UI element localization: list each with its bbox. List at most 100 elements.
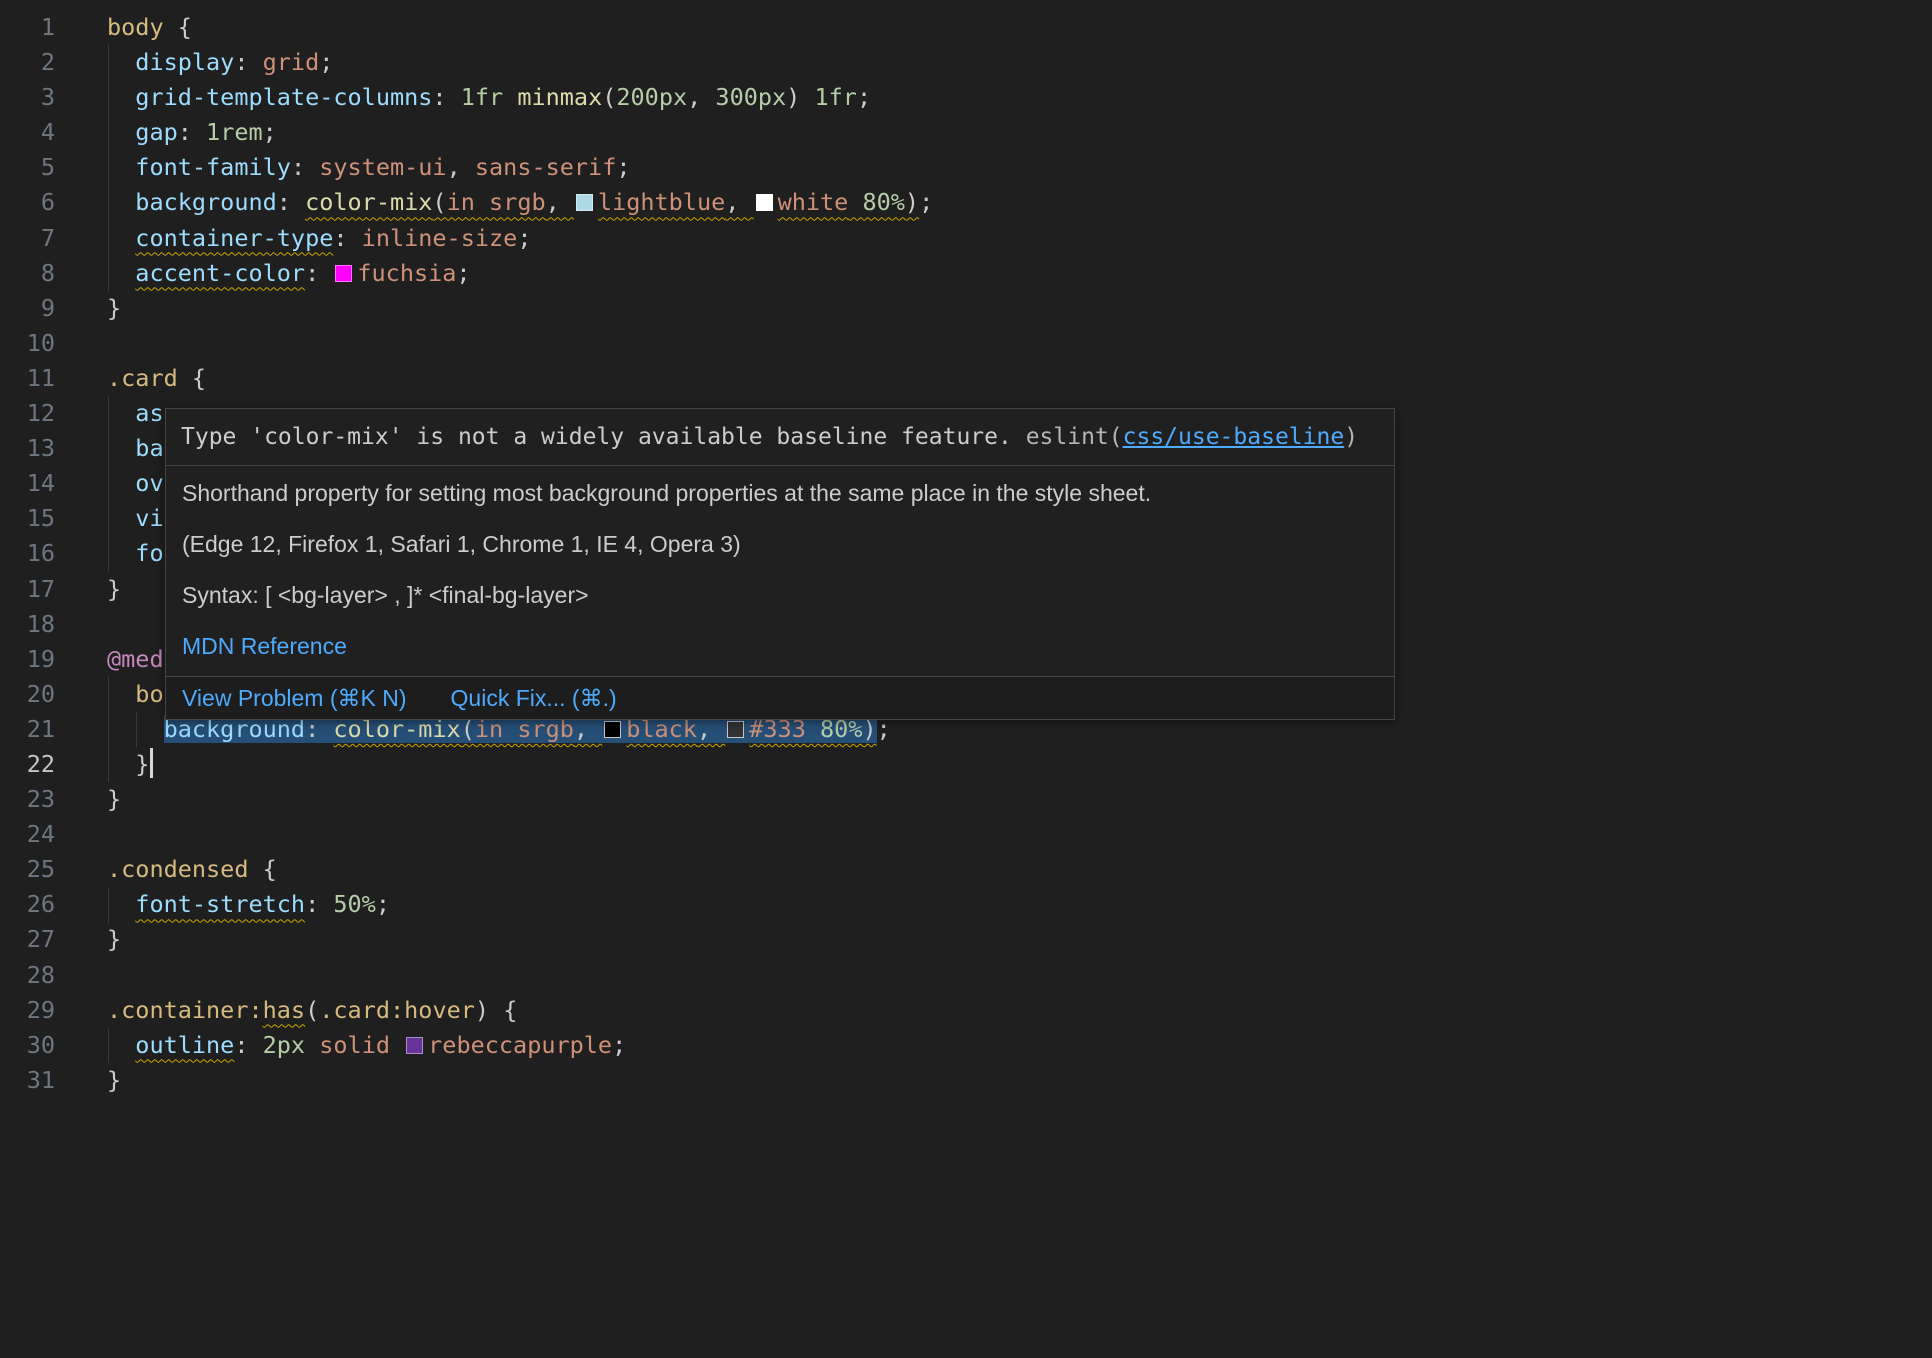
code-text: } bbox=[107, 1063, 121, 1098]
code-line[interactable]: 8 accent-color: fuchsia; bbox=[0, 256, 1932, 291]
token: : bbox=[178, 118, 206, 146]
line-number: 29 bbox=[0, 993, 55, 1028]
code-line[interactable]: 25.condensed { bbox=[0, 852, 1932, 887]
code-line[interactable]: 10 bbox=[0, 326, 1932, 361]
token: font-stretch bbox=[135, 890, 305, 918]
code-text: } bbox=[107, 782, 121, 817]
code-line[interactable]: 24 bbox=[0, 817, 1932, 852]
token: as bbox=[135, 399, 163, 427]
token: ( bbox=[305, 996, 319, 1024]
code-line[interactable]: 23} bbox=[0, 782, 1932, 817]
code-line[interactable]: 30 outline: 2px solid rebeccapurple; bbox=[0, 1028, 1932, 1063]
token: grid bbox=[263, 48, 320, 76]
token: lightblue bbox=[598, 188, 725, 216]
code-line[interactable]: 6 background: color-mix(in srgb, lightbl… bbox=[0, 185, 1932, 220]
color-swatch[interactable] bbox=[576, 194, 593, 211]
token bbox=[107, 890, 135, 918]
code-text: } bbox=[107, 922, 121, 957]
line-number: 4 bbox=[0, 115, 55, 150]
token bbox=[107, 259, 135, 287]
line-number: 10 bbox=[0, 326, 55, 361]
token: background bbox=[135, 188, 276, 216]
token: ; bbox=[857, 83, 871, 111]
code-text: grid-template-columns: 1fr minmax(200px,… bbox=[107, 80, 871, 115]
code-line[interactable]: 22 } bbox=[0, 747, 1932, 782]
code-text: display: grid; bbox=[107, 45, 333, 80]
token: ) bbox=[475, 996, 489, 1024]
token: : bbox=[432, 83, 460, 111]
code-line[interactable]: 7 container-type: inline-size; bbox=[0, 221, 1932, 256]
token: } bbox=[107, 925, 121, 953]
mdn-reference-link[interactable]: MDN Reference bbox=[182, 633, 347, 659]
quick-fix-action[interactable]: Quick Fix... (⌘.) bbox=[451, 685, 617, 711]
code-line[interactable]: 26 font-stretch: 50%; bbox=[0, 887, 1932, 922]
token: ov bbox=[135, 469, 163, 497]
token: 80% bbox=[862, 188, 904, 216]
color-swatch[interactable] bbox=[406, 1037, 423, 1054]
line-number: 13 bbox=[0, 431, 55, 466]
hover-tooltip: Type 'color-mix' is not a widely availab… bbox=[165, 408, 1395, 720]
code-line[interactable]: 11.card { bbox=[0, 361, 1932, 396]
code-line[interactable]: 4 gap: 1rem; bbox=[0, 115, 1932, 150]
token: outline bbox=[135, 1031, 234, 1059]
code-line[interactable]: 28 bbox=[0, 958, 1932, 993]
hover-actions-bar: View Problem (⌘K N) Quick Fix... (⌘.) bbox=[166, 676, 1394, 719]
token bbox=[107, 48, 135, 76]
token: gap bbox=[135, 118, 177, 146]
code-text: fo bbox=[107, 536, 164, 571]
code-line[interactable]: 29.container:has(.card:hover) { bbox=[0, 993, 1932, 1028]
diagnostic-source-prefix: eslint( bbox=[1026, 424, 1123, 450]
code-line[interactable]: 31} bbox=[0, 1063, 1932, 1098]
line-number: 18 bbox=[0, 607, 55, 642]
token: fuchsia bbox=[357, 259, 456, 287]
view-problem-action[interactable]: View Problem (⌘K N) bbox=[182, 685, 407, 711]
code-text: outline: 2px solid rebeccapurple; bbox=[107, 1028, 626, 1063]
code-text: font-family: system-ui, sans-serif; bbox=[107, 150, 631, 185]
token bbox=[107, 83, 135, 111]
color-swatch[interactable] bbox=[335, 265, 352, 282]
token: 1rem bbox=[206, 118, 263, 146]
line-number: 15 bbox=[0, 501, 55, 536]
code-text: font-stretch: 50%; bbox=[107, 887, 390, 922]
token: 1fr bbox=[814, 83, 856, 111]
token bbox=[305, 1031, 319, 1059]
color-swatch[interactable] bbox=[727, 721, 744, 738]
code-line[interactable]: 3 grid-template-columns: 1fr minmax(200p… bbox=[0, 80, 1932, 115]
token: ba bbox=[135, 434, 163, 462]
code-text: } bbox=[107, 747, 153, 782]
token: 200px bbox=[616, 83, 687, 111]
token bbox=[107, 153, 135, 181]
code-line[interactable]: 2 display: grid; bbox=[0, 45, 1932, 80]
token: .card bbox=[319, 996, 390, 1024]
token: solid bbox=[319, 1031, 390, 1059]
token: accent-color bbox=[135, 259, 305, 287]
token: , bbox=[546, 188, 574, 216]
code-text: bo bbox=[107, 677, 164, 712]
line-number: 31 bbox=[0, 1063, 55, 1098]
line-number: 2 bbox=[0, 45, 55, 80]
token: ) bbox=[786, 83, 800, 111]
code-line[interactable]: 5 font-family: system-ui, sans-serif; bbox=[0, 150, 1932, 185]
code-line[interactable]: 9} bbox=[0, 291, 1932, 326]
code-text: .card { bbox=[107, 361, 206, 396]
token: rebeccapurple bbox=[428, 1031, 612, 1059]
token: vi bbox=[135, 504, 163, 532]
token bbox=[503, 83, 517, 111]
code-text: vi bbox=[107, 501, 164, 536]
token: ( bbox=[432, 188, 446, 216]
code-line[interactable]: 1body { bbox=[0, 10, 1932, 45]
token: { bbox=[164, 13, 192, 41]
doc-summary: Shorthand property for setting most back… bbox=[182, 478, 1378, 508]
color-swatch[interactable] bbox=[756, 194, 773, 211]
line-number: 21 bbox=[0, 712, 55, 747]
code-text: background: color-mix(in srgb, lightblue… bbox=[107, 185, 933, 220]
code-line[interactable]: 27} bbox=[0, 922, 1932, 957]
token: : bbox=[248, 996, 262, 1024]
token: : bbox=[234, 1031, 262, 1059]
line-number: 12 bbox=[0, 396, 55, 431]
line-number: 24 bbox=[0, 817, 55, 852]
diagnostic-rule-link[interactable]: css/use-baseline bbox=[1123, 424, 1345, 450]
token bbox=[107, 715, 164, 743]
token: white bbox=[778, 188, 849, 216]
color-swatch[interactable] bbox=[604, 721, 621, 738]
